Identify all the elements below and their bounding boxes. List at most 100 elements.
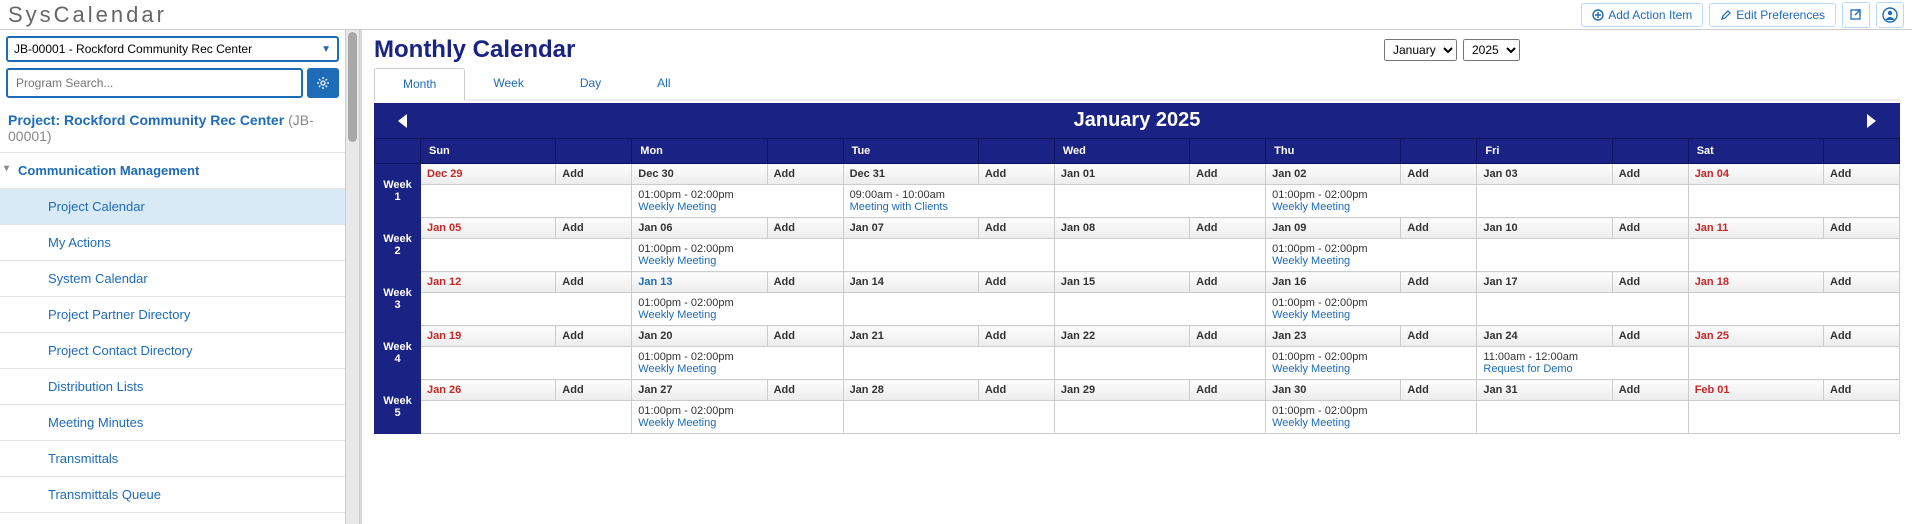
event-link[interactable]: Weekly Meeting xyxy=(638,201,836,213)
add-event-button[interactable]: Add xyxy=(767,380,843,401)
add-event-button[interactable]: Add xyxy=(978,326,1054,347)
add-event-button[interactable]: Add xyxy=(556,218,632,239)
tab-day[interactable]: Day xyxy=(552,68,629,99)
day-cell[interactable]: Jan 05 xyxy=(421,218,556,239)
event-link[interactable]: Weekly Meeting xyxy=(638,309,836,321)
project-select[interactable]: JB-00001 - Rockford Community Rec Center… xyxy=(6,36,339,62)
search-settings-button[interactable] xyxy=(307,68,339,98)
day-cell[interactable]: Jan 09 xyxy=(1266,218,1401,239)
sidebar-item-project-contact-directory[interactable]: Project Contact Directory xyxy=(0,333,345,369)
add-event-button[interactable]: Add xyxy=(1824,380,1900,401)
add-event-button[interactable]: Add xyxy=(1612,164,1688,185)
sidebar-item-transmittals-queue[interactable]: Transmittals Queue xyxy=(0,477,345,513)
day-cell[interactable]: Jan 22 xyxy=(1054,326,1189,347)
day-cell[interactable]: Jan 14 xyxy=(843,272,978,293)
sidebar-item-meeting-minutes[interactable]: Meeting Minutes xyxy=(0,405,345,441)
external-link-button[interactable] xyxy=(1842,2,1870,28)
day-cell[interactable]: Jan 13 xyxy=(632,272,767,293)
add-event-button[interactable]: Add xyxy=(1612,218,1688,239)
sidebar-item-communications[interactable]: Communications xyxy=(0,513,345,524)
add-event-button[interactable]: Add xyxy=(1824,272,1900,293)
year-select[interactable]: 2025 xyxy=(1463,39,1520,61)
add-event-button[interactable]: Add xyxy=(1824,326,1900,347)
day-cell[interactable]: Jan 16 xyxy=(1266,272,1401,293)
add-event-button[interactable]: Add xyxy=(978,380,1054,401)
day-cell[interactable]: Jan 11 xyxy=(1688,218,1823,239)
add-event-button[interactable]: Add xyxy=(556,164,632,185)
month-select[interactable]: January xyxy=(1384,39,1457,61)
add-event-button[interactable]: Add xyxy=(978,218,1054,239)
day-cell[interactable]: Jan 19 xyxy=(421,326,556,347)
day-cell[interactable]: Jan 07 xyxy=(843,218,978,239)
add-event-button[interactable]: Add xyxy=(1190,326,1266,347)
event-link[interactable]: Weekly Meeting xyxy=(1272,309,1470,321)
add-event-button[interactable]: Add xyxy=(1401,272,1477,293)
day-cell[interactable]: Jan 08 xyxy=(1054,218,1189,239)
tab-month[interactable]: Month xyxy=(374,68,465,101)
add-event-button[interactable]: Add xyxy=(1190,164,1266,185)
prev-month-button[interactable] xyxy=(392,110,414,132)
sidebar-scrollbar[interactable] xyxy=(345,30,359,524)
add-event-button[interactable]: Add xyxy=(767,272,843,293)
day-cell[interactable]: Jan 17 xyxy=(1477,272,1612,293)
add-action-item-button[interactable]: Add Action Item xyxy=(1581,3,1703,27)
day-cell[interactable]: Jan 18 xyxy=(1688,272,1823,293)
event-link[interactable]: Weekly Meeting xyxy=(638,417,836,429)
sidebar-item-project-calendar[interactable]: Project Calendar xyxy=(0,189,345,225)
tab-week[interactable]: Week xyxy=(465,68,551,99)
add-event-button[interactable]: Add xyxy=(1612,326,1688,347)
event-link[interactable]: Weekly Meeting xyxy=(638,363,836,375)
event-link[interactable]: Weekly Meeting xyxy=(1272,363,1470,375)
day-cell[interactable]: Jan 04 xyxy=(1688,164,1823,185)
day-cell[interactable]: Jan 12 xyxy=(421,272,556,293)
add-event-button[interactable]: Add xyxy=(1401,164,1477,185)
edit-preferences-button[interactable]: Edit Preferences xyxy=(1709,3,1836,27)
day-cell[interactable]: Jan 26 xyxy=(421,380,556,401)
add-event-button[interactable]: Add xyxy=(767,164,843,185)
sidebar-scroll-thumb[interactable] xyxy=(348,32,357,142)
add-event-button[interactable]: Add xyxy=(1190,380,1266,401)
add-event-button[interactable]: Add xyxy=(556,380,632,401)
day-cell[interactable]: Jan 24 xyxy=(1477,326,1612,347)
day-cell[interactable]: Jan 10 xyxy=(1477,218,1612,239)
add-event-button[interactable]: Add xyxy=(1824,164,1900,185)
add-event-button[interactable]: Add xyxy=(556,272,632,293)
day-cell[interactable]: Jan 29 xyxy=(1054,380,1189,401)
add-event-button[interactable]: Add xyxy=(556,326,632,347)
event-link[interactable]: Weekly Meeting xyxy=(1272,201,1470,213)
day-cell[interactable]: Dec 29 xyxy=(421,164,556,185)
event-link[interactable]: Weekly Meeting xyxy=(1272,417,1470,429)
day-cell[interactable]: Feb 01 xyxy=(1688,380,1823,401)
section-header-comm-mgmt[interactable]: Communication Management xyxy=(0,153,345,189)
day-cell[interactable]: Jan 03 xyxy=(1477,164,1612,185)
add-event-button[interactable]: Add xyxy=(978,272,1054,293)
add-event-button[interactable]: Add xyxy=(1401,218,1477,239)
event-link[interactable]: Meeting with Clients xyxy=(850,201,1048,213)
sidebar-item-transmittals[interactable]: Transmittals xyxy=(0,441,345,477)
sidebar-item-my-actions[interactable]: My Actions xyxy=(0,225,345,261)
day-cell[interactable]: Jan 27 xyxy=(632,380,767,401)
tab-all[interactable]: All xyxy=(629,68,698,99)
day-cell[interactable]: Dec 31 xyxy=(843,164,978,185)
user-button[interactable] xyxy=(1876,2,1904,28)
day-cell[interactable]: Jan 02 xyxy=(1266,164,1401,185)
add-event-button[interactable]: Add xyxy=(1401,380,1477,401)
add-event-button[interactable]: Add xyxy=(1401,326,1477,347)
day-cell[interactable]: Jan 20 xyxy=(632,326,767,347)
day-cell[interactable]: Jan 06 xyxy=(632,218,767,239)
day-cell[interactable]: Jan 01 xyxy=(1054,164,1189,185)
event-link[interactable]: Weekly Meeting xyxy=(1272,255,1470,267)
day-cell[interactable]: Jan 28 xyxy=(843,380,978,401)
next-month-button[interactable] xyxy=(1860,110,1882,132)
add-event-button[interactable]: Add xyxy=(1190,218,1266,239)
event-link[interactable]: Weekly Meeting xyxy=(638,255,836,267)
day-cell[interactable]: Jan 15 xyxy=(1054,272,1189,293)
add-event-button[interactable]: Add xyxy=(1612,380,1688,401)
add-event-button[interactable]: Add xyxy=(978,164,1054,185)
day-cell[interactable]: Jan 31 xyxy=(1477,380,1612,401)
sidebar-item-project-partner-directory[interactable]: Project Partner Directory xyxy=(0,297,345,333)
day-cell[interactable]: Dec 30 xyxy=(632,164,767,185)
add-event-button[interactable]: Add xyxy=(767,218,843,239)
day-cell[interactable]: Jan 25 xyxy=(1688,326,1823,347)
program-search-input[interactable] xyxy=(6,68,303,98)
